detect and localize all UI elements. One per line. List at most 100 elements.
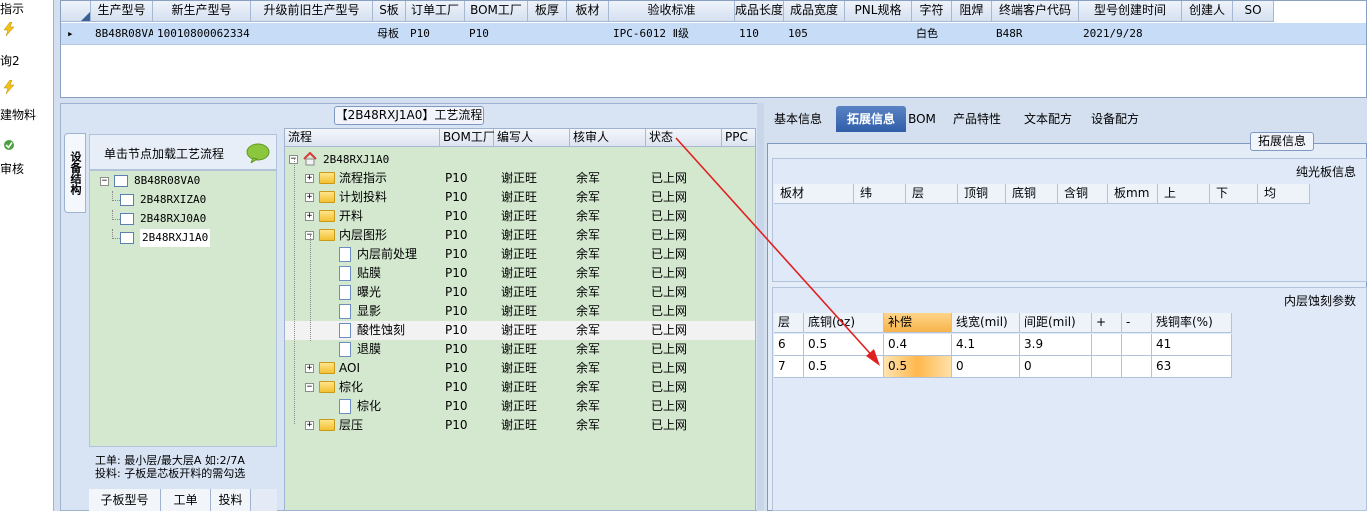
tree-expand-icon[interactable]: + — [305, 212, 314, 221]
tree-expand-icon[interactable]: − — [305, 383, 314, 392]
inner-etch-cell[interactable]: 0.5 — [804, 356, 884, 378]
inner-etch-column-7[interactable]: 残铜率(%) — [1152, 313, 1232, 333]
column-header-16[interactable]: 创建人 — [1182, 1, 1233, 22]
tab-device-structure[interactable]: 设备结构 — [64, 133, 86, 213]
process-step-row[interactable]: + 开料 P10 谢正旺 余军 已上网 — [285, 207, 755, 226]
process-column-header-2[interactable]: 编写人 — [494, 129, 570, 147]
column-header-8[interactable]: 验收标准 — [609, 1, 735, 22]
inner-etch-column-3[interactable]: 线宽(mil) — [952, 313, 1020, 333]
column-header-6[interactable]: 板厚 — [528, 1, 567, 22]
detail-tab-5[interactable]: 设备配方 — [1084, 106, 1146, 132]
process-step-row[interactable]: −2B48RXJ1A0 — [285, 150, 755, 169]
inner-etch-cell[interactable]: 6 — [774, 334, 804, 356]
bare-board-column-4[interactable]: 底铜 — [1006, 184, 1058, 204]
inner-etch-cell[interactable]: 63 — [1152, 356, 1232, 378]
column-header-5[interactable]: BOM工厂 — [465, 1, 528, 22]
process-step-row[interactable]: 退膜 P10 谢正旺 余军 已上网 — [285, 340, 755, 359]
bare-board-column-1[interactable]: 纬 — [854, 184, 906, 204]
process-step-row[interactable]: − 棕化 P10 谢正旺 余军 已上网 — [285, 378, 755, 397]
tree-guide-line — [294, 159, 295, 424]
process-column-header-5[interactable]: PPC — [722, 129, 755, 147]
bare-board-column-3[interactable]: 顶铜 — [958, 184, 1006, 204]
column-header-1[interactable]: 新生产型号 — [153, 1, 251, 22]
inner-etch-cell[interactable]: 7 — [774, 356, 804, 378]
detail-tab-4[interactable]: 文本配方 — [1016, 106, 1080, 132]
inner-etch-column-2[interactable]: 补偿 — [884, 313, 952, 333]
subtab-2[interactable]: 投料 — [211, 489, 251, 511]
process-step-row[interactable]: + AOI P10 谢正旺 余军 已上网 — [285, 359, 755, 378]
inner-etch-column-4[interactable]: 间距(mil) — [1020, 313, 1092, 333]
inner-etch-cell[interactable] — [1122, 334, 1152, 356]
tree-expand-icon[interactable]: + — [305, 174, 314, 183]
tree-expand-icon[interactable]: + — [305, 193, 314, 202]
inner-etch-column-5[interactable]: + — [1092, 313, 1122, 333]
bare-board-column-7[interactable]: 上 — [1158, 184, 1210, 204]
inner-etch-column-1[interactable]: 底铜(oz) — [804, 313, 884, 333]
speech-bubble-icon[interactable] — [246, 143, 270, 163]
column-header-11[interactable]: PNL规格 — [845, 1, 912, 22]
column-header-10[interactable]: 成品宽度 — [784, 1, 845, 22]
column-header-17[interactable]: SO — [1233, 1, 1274, 22]
bare-board-column-0[interactable]: 板材 — [774, 184, 854, 204]
bare-board-title: 纯光板信息 — [1295, 165, 1356, 179]
inner-etch-cell[interactable] — [1122, 356, 1152, 378]
column-header-4[interactable]: 订单工厂 — [406, 1, 465, 22]
detail-tab-0[interactable]: 基本信息 — [766, 106, 830, 132]
process-column-header-3[interactable]: 核审人 — [570, 129, 646, 147]
column-header-13[interactable]: 阻焊 — [952, 1, 992, 22]
panel-splitter[interactable] — [757, 103, 764, 511]
process-step-row[interactable]: 棕化 P10 谢正旺 余军 已上网 — [285, 397, 755, 416]
subtab-1[interactable]: 工单 — [161, 489, 211, 511]
process-step-row[interactable]: 贴膜 P10 谢正旺 余军 已上网 — [285, 264, 755, 283]
column-header-15[interactable]: 型号创建时间 — [1079, 1, 1182, 22]
column-header-2[interactable]: 升级前旧生产型号 — [251, 1, 373, 22]
column-header-9[interactable]: 成品长度 — [735, 1, 784, 22]
column-header-7[interactable]: 板材 — [567, 1, 609, 22]
column-header-0[interactable]: 生产型号 — [91, 1, 153, 22]
process-step-row[interactable]: + 流程指示 P10 谢正旺 余军 已上网 — [285, 169, 755, 188]
subtab-0[interactable]: 子板型号 — [89, 489, 161, 511]
process-step-row[interactable]: 内层前处理 P10 谢正旺 余军 已上网 — [285, 245, 755, 264]
inner-etch-cell[interactable]: 0.4 — [884, 334, 952, 356]
detail-tab-3[interactable]: 产品特性 — [944, 106, 1010, 132]
inner-etch-column-6[interactable]: - — [1122, 313, 1152, 333]
process-step-row[interactable]: + 计划投料 P10 谢正旺 余军 已上网 — [285, 188, 755, 207]
process-column-header-0[interactable]: 流程 — [285, 129, 440, 147]
process-step-row[interactable]: 酸性蚀刻 P10 谢正旺 余军 已上网 — [285, 321, 755, 340]
process-step-status: 已上网 — [651, 190, 688, 204]
bare-board-column-2[interactable]: 层 — [906, 184, 958, 204]
inner-etch-cell[interactable]: 0.5 — [884, 356, 952, 378]
inner-etch-cell[interactable]: 0.5 — [804, 334, 884, 356]
bare-board-column-9[interactable]: 均 — [1258, 184, 1310, 204]
tree-expand-icon[interactable]: + — [305, 364, 314, 373]
extended-info-title: 拓展信息 — [1250, 132, 1314, 151]
bare-board-column-6[interactable]: 板mm — [1108, 184, 1158, 204]
inner-etch-column-0[interactable]: 层 — [774, 313, 804, 333]
process-step-row[interactable]: + 层压 P10 谢正旺 余军 已上网 — [285, 416, 755, 435]
inner-etch-cell[interactable] — [1092, 356, 1122, 378]
column-header-12[interactable]: 字符 — [912, 1, 952, 22]
bare-board-column-8[interactable]: 下 — [1210, 184, 1258, 204]
inner-etch-cell[interactable]: 3.9 — [1020, 334, 1092, 356]
process-step-row[interactable]: − 内层图形 P10 谢正旺 余军 已上网 — [285, 226, 755, 245]
inner-etch-cell[interactable]: 0 — [952, 356, 1020, 378]
detail-tab-1[interactable]: 拓展信息 — [836, 106, 906, 132]
column-header-14[interactable]: 终端客户代码 — [992, 1, 1079, 22]
detail-tab-2[interactable]: BOM — [908, 106, 936, 132]
process-column-header-4[interactable]: 状态 — [646, 129, 722, 147]
column-header-3[interactable]: S板 — [373, 1, 406, 22]
process-step-status: 已上网 — [651, 418, 688, 432]
process-step-writer: 谢正旺 — [501, 266, 538, 280]
inner-etch-cell[interactable]: 0 — [1020, 356, 1092, 378]
bare-board-column-5[interactable]: 含铜 — [1058, 184, 1108, 204]
process-step-row[interactable]: 曝光 P10 谢正旺 余军 已上网 — [285, 283, 755, 302]
process-step-name: AOI — [339, 361, 360, 375]
process-column-header-1[interactable]: BOM工厂 — [440, 129, 495, 147]
inner-etch-cell[interactable]: 4.1 — [952, 334, 1020, 356]
tree-collapse-icon[interactable]: − — [100, 177, 109, 186]
tree-expand-icon[interactable]: + — [305, 421, 314, 430]
process-step-row[interactable]: 显影 P10 谢正旺 余军 已上网 — [285, 302, 755, 321]
order-cell-9: 110 — [739, 27, 759, 40]
inner-etch-cell[interactable]: 41 — [1152, 334, 1232, 356]
inner-etch-cell[interactable] — [1092, 334, 1122, 356]
